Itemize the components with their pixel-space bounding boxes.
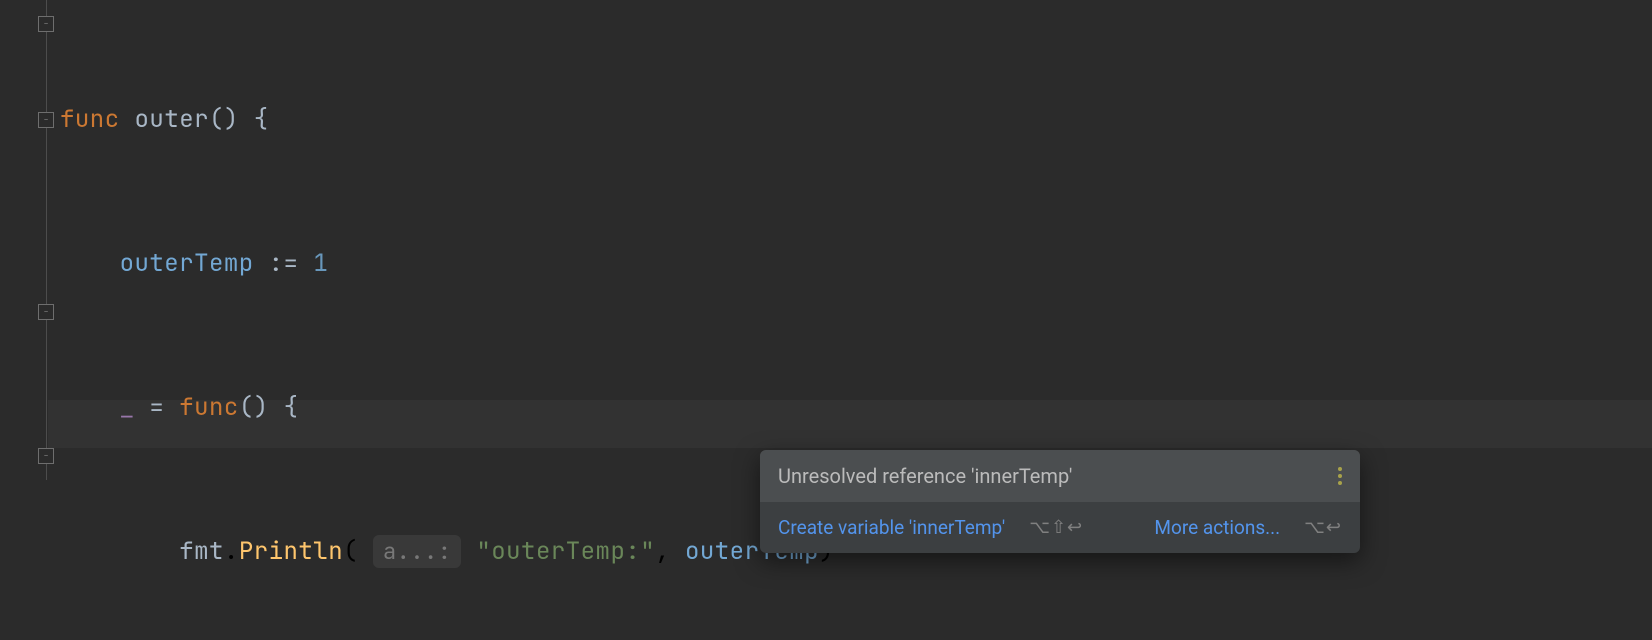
- code-editor[interactable]: − − − − func outer() { outerTemp := 1 _ …: [0, 0, 1652, 640]
- func-name: outer: [135, 104, 210, 135]
- fold-button[interactable]: −: [38, 304, 54, 320]
- operator: =: [149, 392, 164, 423]
- code-line[interactable]: func outer() {: [60, 96, 1652, 144]
- quick-fix-shortcut: ⌥⇧↩: [1029, 517, 1083, 538]
- parens: (): [209, 104, 239, 135]
- keyword-func: func: [60, 104, 120, 135]
- inspection-popup-body: Create variable 'innerTemp' ⌥⇧↩ More act…: [760, 502, 1360, 553]
- inspection-popup: Unresolved reference 'innerTemp' Create …: [760, 450, 1360, 553]
- kebab-menu-icon[interactable]: [1338, 467, 1342, 485]
- more-actions-shortcut: ⌥↩: [1304, 517, 1342, 538]
- code-line[interactable]: outerTemp := 1: [60, 240, 1652, 288]
- fold-button[interactable]: −: [38, 112, 54, 128]
- fold-button[interactable]: −: [38, 16, 54, 32]
- identifier: outerTemp: [120, 248, 254, 279]
- number-literal: 1: [313, 248, 328, 279]
- inspection-title: Unresolved reference 'innerTemp': [778, 464, 1072, 488]
- brace-open: {: [284, 392, 299, 423]
- fold-guide-line: [46, 0, 47, 480]
- blank-identifier: _: [120, 392, 135, 423]
- inspection-popup-header: Unresolved reference 'innerTemp': [760, 450, 1360, 502]
- func-call: Println: [239, 536, 343, 567]
- quick-fix-link[interactable]: Create variable 'innerTemp': [778, 516, 1005, 539]
- parens: (): [239, 392, 269, 423]
- more-actions-link[interactable]: More actions...: [1154, 516, 1280, 539]
- brace-open: {: [254, 104, 269, 135]
- operator: :=: [269, 248, 299, 279]
- code-line[interactable]: _ = func() {: [60, 384, 1652, 432]
- string-literal: "outerTemp:": [476, 536, 655, 567]
- package-ref: fmt: [179, 536, 224, 567]
- param-hint: a...:: [373, 535, 462, 568]
- fold-button[interactable]: −: [38, 448, 54, 464]
- gutter: − − − −: [0, 0, 48, 640]
- keyword-func: func: [179, 392, 239, 423]
